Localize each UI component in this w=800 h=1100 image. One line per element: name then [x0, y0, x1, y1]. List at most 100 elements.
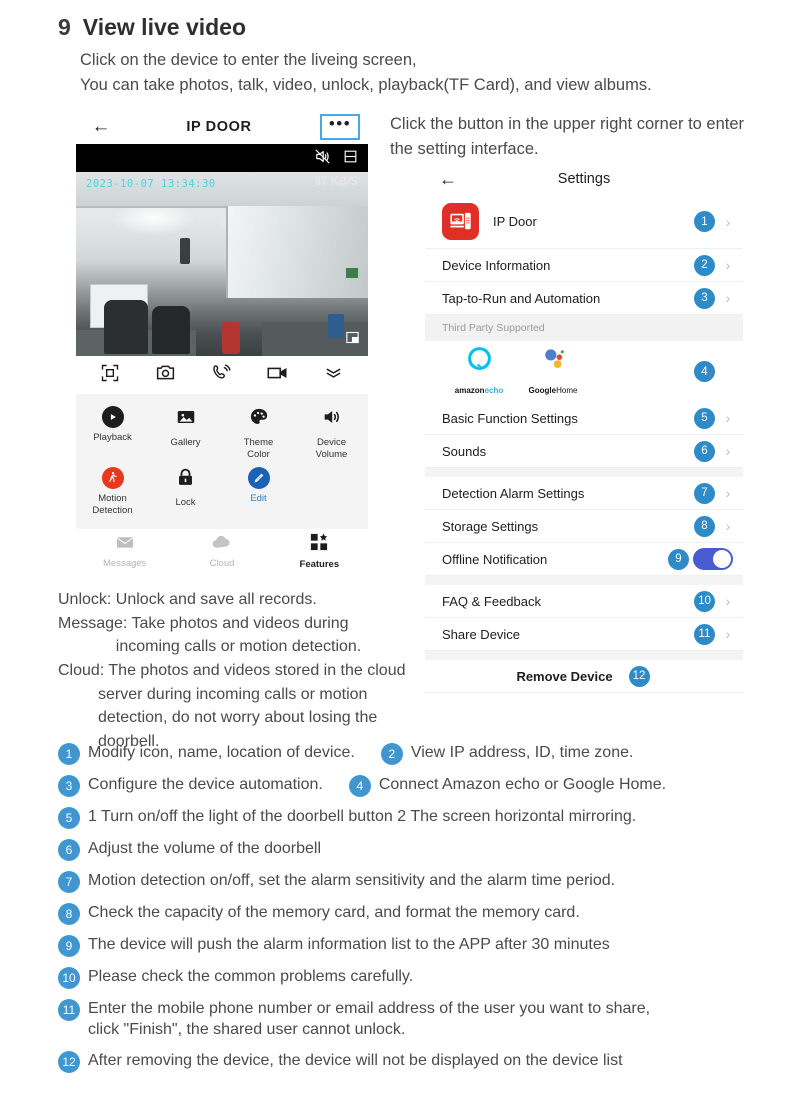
step-badge: 3 — [694, 287, 715, 309]
feature-playback[interactable]: Playback — [76, 402, 149, 463]
step-badge: 1 — [694, 211, 715, 232]
feature-label: Device Volume — [315, 437, 348, 460]
chevron-right-icon: › — [725, 626, 731, 642]
legend-item: 10 Please check the common problems care… — [58, 966, 758, 989]
feature-gallery[interactable]: Gallery — [149, 402, 222, 463]
settings-row-offline-notification[interactable]: Offline Notification 9 — [425, 543, 743, 576]
row-label: Storage Settings — [442, 518, 539, 534]
fullscreen-icon[interactable] — [345, 330, 360, 350]
step-badge: 7 — [694, 482, 715, 504]
feature-grid: Playback Gallery Theme Color Device Volu… — [76, 394, 368, 529]
brand-amazon-echo[interactable]: amazonecho — [442, 345, 516, 398]
scene-chair-b — [152, 306, 190, 354]
feature-label: Motion Detection — [92, 492, 133, 516]
tab-label: Cloud — [209, 558, 235, 569]
device-name: IP Door — [493, 214, 537, 229]
settings-row-share-device[interactable]: Share Device 11 › — [425, 618, 743, 651]
step-badge: 5 — [694, 407, 715, 429]
legend-item: 11 Enter the mobile phone number or emai… — [58, 998, 758, 1041]
tab-messages[interactable]: Messages — [76, 534, 173, 569]
remove-device-label: Remove Device — [516, 668, 613, 684]
feature-label: Playback — [93, 432, 132, 443]
legend-item: 8 Check the capacity of the memory card,… — [58, 902, 758, 925]
brand-google-home[interactable]: GoogleHome — [516, 345, 590, 398]
collapse-icon[interactable] — [323, 362, 344, 388]
feature-label: Edit — [250, 492, 267, 504]
record-icon[interactable] — [266, 362, 288, 389]
edit-icon — [247, 466, 270, 489]
offline-notification-toggle[interactable] — [693, 548, 733, 570]
video-timestamp: 2023-10-07 13:34:30 — [86, 178, 216, 190]
legend-text: After removing the device, the device wi… — [88, 1051, 623, 1069]
amazon-echo-icon — [466, 345, 493, 377]
legend-badge: 11 — [58, 999, 80, 1021]
palette-icon — [248, 406, 270, 433]
legend-item: 12 After removing the device, the device… — [58, 1050, 758, 1073]
legend-item: 7 Motion detection on/off, set the alarm… — [58, 870, 758, 893]
volume-icon — [321, 406, 343, 433]
intro-text: Click on the device to enter the liveing… — [80, 48, 652, 98]
chevron-right-icon: › — [725, 213, 731, 230]
photo-icon[interactable] — [155, 362, 176, 388]
talk-icon[interactable] — [211, 363, 231, 388]
live-video-view[interactable]: 2023-10-07 13:34:30 37 KB/S — [76, 144, 368, 356]
settings-row-detection-alarm[interactable]: Detection Alarm Settings 7 › — [425, 477, 743, 510]
tab-label: Features — [299, 559, 340, 570]
third-party-body: amazonecho GoogleHome 4 › — [425, 341, 743, 402]
remove-device-button[interactable]: Remove Device 12 — [425, 660, 743, 693]
legend-badge: 6 — [58, 839, 80, 861]
phone-mockup: ← IP DOOR ••• 2023-10-07 13:34:30 37 KB/… — [76, 110, 368, 573]
settings-row-tap-to-run[interactable]: Tap-to-Run and Automation 3 › — [425, 282, 743, 315]
legend-text: View IP address, ID, time zone. — [410, 744, 634, 761]
device-title: IP DOOR — [186, 119, 252, 135]
section-number: 9 — [58, 14, 71, 40]
chevron-right-icon: › — [725, 485, 731, 501]
ip-door-icon — [442, 203, 479, 240]
settings-row-storage[interactable]: Storage Settings 8 › — [425, 510, 743, 543]
unlock-icon[interactable] — [100, 363, 120, 388]
tab-features[interactable]: Features — [271, 533, 368, 570]
step-badge: 4 — [694, 361, 715, 382]
settings-section-gap — [425, 468, 743, 477]
settings-row-device-information[interactable]: Device Information 2 › — [425, 249, 743, 282]
video-quality-icon[interactable] — [343, 149, 358, 169]
step-badge: 6 — [694, 440, 715, 462]
legend-text: Configure the device automation. — [88, 776, 323, 793]
tab-label: Messages — [103, 558, 147, 569]
legend-badge: 4 — [348, 775, 371, 797]
step-badge: 8 — [694, 515, 715, 537]
chevron-right-icon: › — [725, 518, 731, 534]
row-label: FAQ & Feedback — [442, 593, 541, 609]
legend-badge: 5 — [58, 807, 80, 829]
settings-row-device[interactable]: IP Door 1 › — [425, 195, 743, 249]
legend-badge: 9 — [58, 935, 80, 957]
settings-section-gap-2 — [425, 576, 743, 585]
scene-red-object — [222, 322, 240, 354]
mute-icon[interactable] — [314, 148, 331, 170]
toggle-knob — [713, 550, 731, 568]
feature-label: Lock — [175, 496, 196, 508]
feature-description: Unlock: Unlock and save all records. Mes… — [58, 591, 406, 751]
row-label: Sounds — [442, 443, 487, 459]
more-options-button[interactable]: ••• — [320, 114, 360, 140]
settings-row-basic-function[interactable]: Basic Function Settings 5 › — [425, 402, 743, 435]
legend-list: 1 Modify icon, name, location of device.… — [58, 742, 758, 1082]
phone-header: ← IP DOOR ••• — [76, 110, 368, 144]
chevron-right-icon: › — [725, 443, 731, 459]
feature-motion-detection[interactable]: Motion Detection — [76, 463, 149, 519]
settings-row-sounds[interactable]: Sounds 6 › — [425, 435, 743, 468]
scene-wall-object — [180, 238, 190, 264]
feature-edit[interactable]: Edit — [222, 463, 295, 519]
tab-cloud[interactable]: Cloud — [173, 534, 270, 569]
feature-theme-color[interactable]: Theme Color — [222, 402, 295, 463]
back-arrow-icon[interactable]: ← — [84, 116, 118, 138]
feature-row-2: Motion Detection Lock Edit — [76, 463, 368, 519]
legend-text: Enter the mobile phone number or email a… — [88, 1000, 651, 1039]
feature-device-volume[interactable]: Device Volume — [295, 402, 368, 463]
video-bitrate: 37 KB/S — [314, 176, 358, 188]
row-label: Share Device — [442, 626, 521, 642]
settings-row-faq[interactable]: FAQ & Feedback 10 › — [425, 585, 743, 618]
settings-back-icon[interactable]: ← — [431, 169, 465, 190]
third-party-header: Third Party Supported — [425, 315, 743, 341]
feature-lock[interactable]: Lock — [149, 463, 222, 519]
